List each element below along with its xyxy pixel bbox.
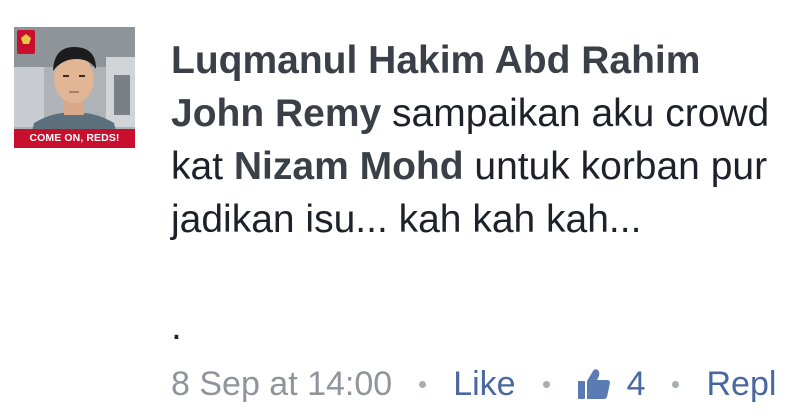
like-count[interactable]: 4: [577, 364, 646, 404]
comment-actions: 8 Sep at 14:00 Like 4 Repl: [171, 360, 776, 408]
mention-nizam-mohd[interactable]: Nizam Mohd: [234, 145, 464, 188]
comment-text-line-1: John Remy sampaikan aku crowd: [171, 87, 798, 140]
comment-text-line-2: kat Nizam Mohd untuk korban pur: [171, 140, 798, 193]
separator-dot: [542, 380, 550, 388]
avatar-badge: COME ON, REDS!: [14, 129, 135, 148]
comment-text-fragment: untuk korban pur: [463, 145, 768, 188]
comment-text-fragment: sampaikan aku crowd: [381, 92, 770, 135]
comment-author[interactable]: Luqmanul Hakim Abd Rahim: [171, 34, 798, 87]
thumbs-up-icon: [577, 369, 610, 399]
mention-john-remy[interactable]: John Remy: [171, 92, 381, 135]
comment-text-line-4: .: [171, 305, 182, 348]
comment-text-fragment: kat: [171, 145, 234, 188]
separator-dot: [672, 380, 680, 388]
like-button[interactable]: Like: [453, 365, 515, 404]
comment-text-line-3: jadikan isu... kah kah kah...: [171, 198, 642, 241]
separator-dot: [419, 380, 427, 388]
like-count-value: 4: [626, 364, 646, 403]
comment-timestamp[interactable]: 8 Sep at 14:00: [171, 365, 392, 404]
reply-button[interactable]: Repl: [706, 365, 776, 404]
comment: COME ON, REDS! Luqmanul Hakim Abd Rahim …: [0, 0, 798, 419]
liverpool-crest-icon: [17, 30, 35, 54]
avatar[interactable]: COME ON, REDS!: [14, 27, 135, 148]
comment-body: Luqmanul Hakim Abd Rahim John Remy sampa…: [171, 34, 798, 246]
